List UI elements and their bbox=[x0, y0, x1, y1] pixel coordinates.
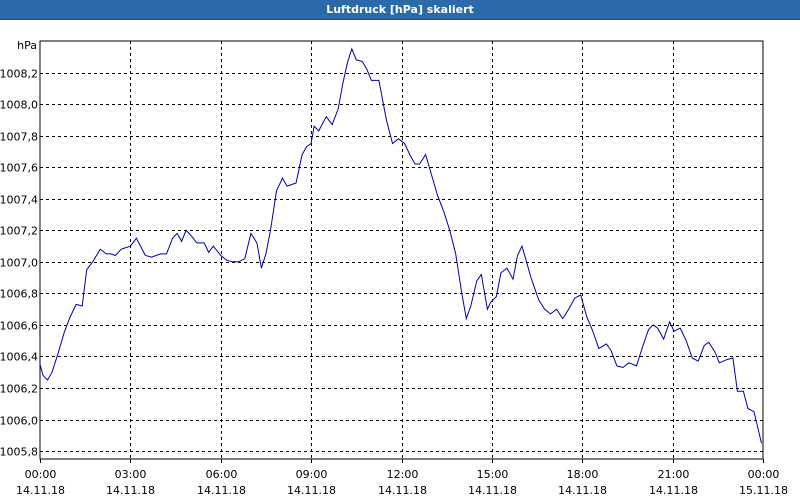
x-tick-time-label: 00:00 bbox=[748, 468, 780, 481]
x-tick-time-label: 00:00 bbox=[25, 468, 57, 481]
y-tick-label: 1006,4 bbox=[0, 351, 38, 364]
x-tick-time-label: 18:00 bbox=[567, 468, 599, 481]
x-tick-date-label: 14.11.18 bbox=[378, 484, 427, 497]
x-tick-time-label: 12:00 bbox=[387, 468, 419, 481]
y-tick-label: 1006,2 bbox=[0, 383, 38, 396]
y-tick-label: 1006,0 bbox=[0, 415, 38, 428]
x-tick-date-label: 14.11.18 bbox=[649, 484, 698, 497]
x-tick-date-label: 14.11.18 bbox=[287, 484, 336, 497]
x-tick-time-label: 09:00 bbox=[296, 468, 328, 481]
y-tick-label: 1007,2 bbox=[0, 225, 38, 238]
x-tick-date-label: 14.11.18 bbox=[197, 484, 246, 497]
x-tick-date-label: 14.11.18 bbox=[558, 484, 607, 497]
y-tick-label: 1006,6 bbox=[0, 320, 38, 333]
x-tick-time-label: 15:00 bbox=[477, 468, 509, 481]
chart-title: Luftdruck [hPa] skaliert bbox=[0, 0, 800, 20]
y-tick-label: 1006,8 bbox=[0, 288, 38, 301]
y-tick-label: 1008,2 bbox=[0, 68, 38, 81]
y-tick-label: 1007,0 bbox=[0, 257, 38, 270]
x-tick-time-label: 03:00 bbox=[115, 468, 147, 481]
y-tick-label: 1007,6 bbox=[0, 162, 38, 175]
x-axis: 00:00 14.11.18 03:00 14.11.18 06:00 14.11.18 0… bbox=[16, 459, 788, 497]
x-tick-date-label: 14.11.18 bbox=[468, 484, 517, 497]
plot-background bbox=[40, 41, 763, 459]
y-axis-unit-label: hPa bbox=[17, 39, 37, 52]
y-axis: 1005,8 1006,0 1006,2 1006,4 1006,6 1006,8 1007… bbox=[0, 68, 38, 459]
x-tick-date-label: 15.11.18 bbox=[739, 484, 788, 497]
x-tick-time-label: 06:00 bbox=[206, 468, 238, 481]
x-tick-date-label: 14.11.18 bbox=[106, 484, 155, 497]
y-tick-label: 1007,4 bbox=[0, 194, 38, 207]
y-tick-label: 1005,8 bbox=[0, 446, 38, 459]
x-tick-time-label: 21:00 bbox=[658, 468, 690, 481]
y-tick-label: 1007,8 bbox=[0, 131, 38, 144]
chart-area: 1005,8 1006,0 1006,2 1006,4 1006,6 1006,8 1007… bbox=[0, 39, 788, 497]
x-tick-date-label: 14.11.18 bbox=[16, 484, 65, 497]
y-tick-label: 1008,0 bbox=[0, 99, 38, 112]
